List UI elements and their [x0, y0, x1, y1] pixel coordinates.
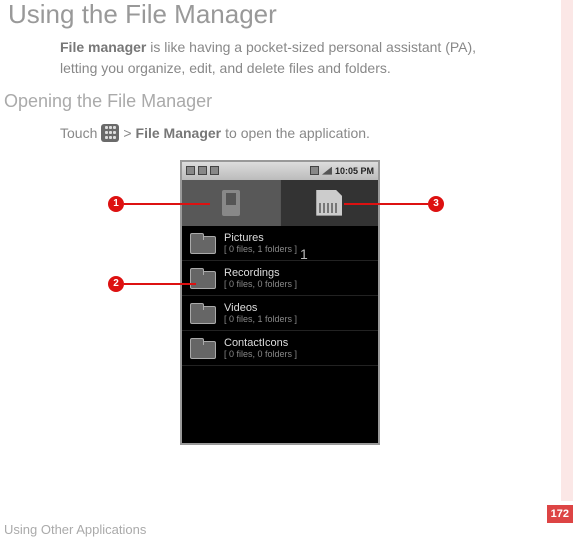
phone-icon: [222, 190, 240, 216]
footer-section-label: Using Other Applications: [4, 522, 146, 537]
folder-meta: [ 0 files, 0 folders ]: [224, 279, 297, 289]
folder-icon: [190, 268, 216, 288]
folder-meta: [ 0 files, 1 folders ]: [224, 244, 297, 254]
instruction-post: to open the application.: [225, 125, 370, 141]
folder-name: Videos: [224, 302, 297, 314]
instruction-sep: >: [123, 125, 131, 141]
folder-icon: [190, 338, 216, 358]
sdcard-icon: [316, 190, 342, 216]
callout-line-1: [124, 203, 210, 205]
list-item[interactable]: Videos [ 0 files, 1 folders ]: [182, 296, 378, 331]
intro-bold: File manager: [60, 39, 146, 55]
side-accent-bar: [561, 0, 573, 501]
folder-meta: [ 0 files, 0 folders ]: [224, 349, 297, 359]
folder-icon: [190, 303, 216, 323]
sub-heading: Opening the File Manager: [0, 79, 553, 112]
instruction-pre: Touch: [60, 125, 97, 141]
intro-paragraph: File manager is like having a pocket-siz…: [0, 29, 553, 79]
page-number: 172: [547, 505, 573, 523]
instruction-bold: File Manager: [136, 125, 222, 141]
folder-icon: [190, 233, 216, 253]
signal-icon: [322, 167, 332, 175]
callout-line-2: [124, 283, 196, 285]
list-item[interactable]: ContactIcons [ 0 files, 0 folders ]: [182, 331, 378, 366]
status-time: 10:05 PM: [335, 166, 374, 176]
status-icon: [186, 166, 195, 175]
page-title: Using the File Manager: [0, 0, 553, 29]
callout-badge-2: 2: [108, 276, 124, 292]
folder-list: Pictures [ 0 files, 1 folders ] Recordin…: [182, 226, 378, 366]
folder-meta: [ 0 files, 1 folders ]: [224, 314, 297, 324]
list-item[interactable]: Recordings [ 0 files, 0 folders ]: [182, 261, 378, 296]
status-icon: [198, 166, 207, 175]
callout-badge-3: 3: [428, 196, 444, 212]
list-item[interactable]: Pictures [ 0 files, 1 folders ]: [182, 226, 378, 261]
apps-grid-icon: [101, 124, 119, 142]
callout-line-3: [344, 203, 428, 205]
folder-name: Pictures: [224, 232, 297, 244]
callout-badge-1: 1: [108, 196, 124, 212]
status-bar: 10:05 PM: [182, 162, 378, 180]
folder-name: Recordings: [224, 267, 297, 279]
folder-name: ContactIcons: [224, 337, 297, 349]
status-icon: [310, 166, 319, 175]
instruction-line: Touch > File Manager to open the applica…: [0, 112, 553, 142]
figure: 1 2 3 1 10:05 PM: [0, 160, 553, 480]
status-icon: [210, 166, 219, 175]
